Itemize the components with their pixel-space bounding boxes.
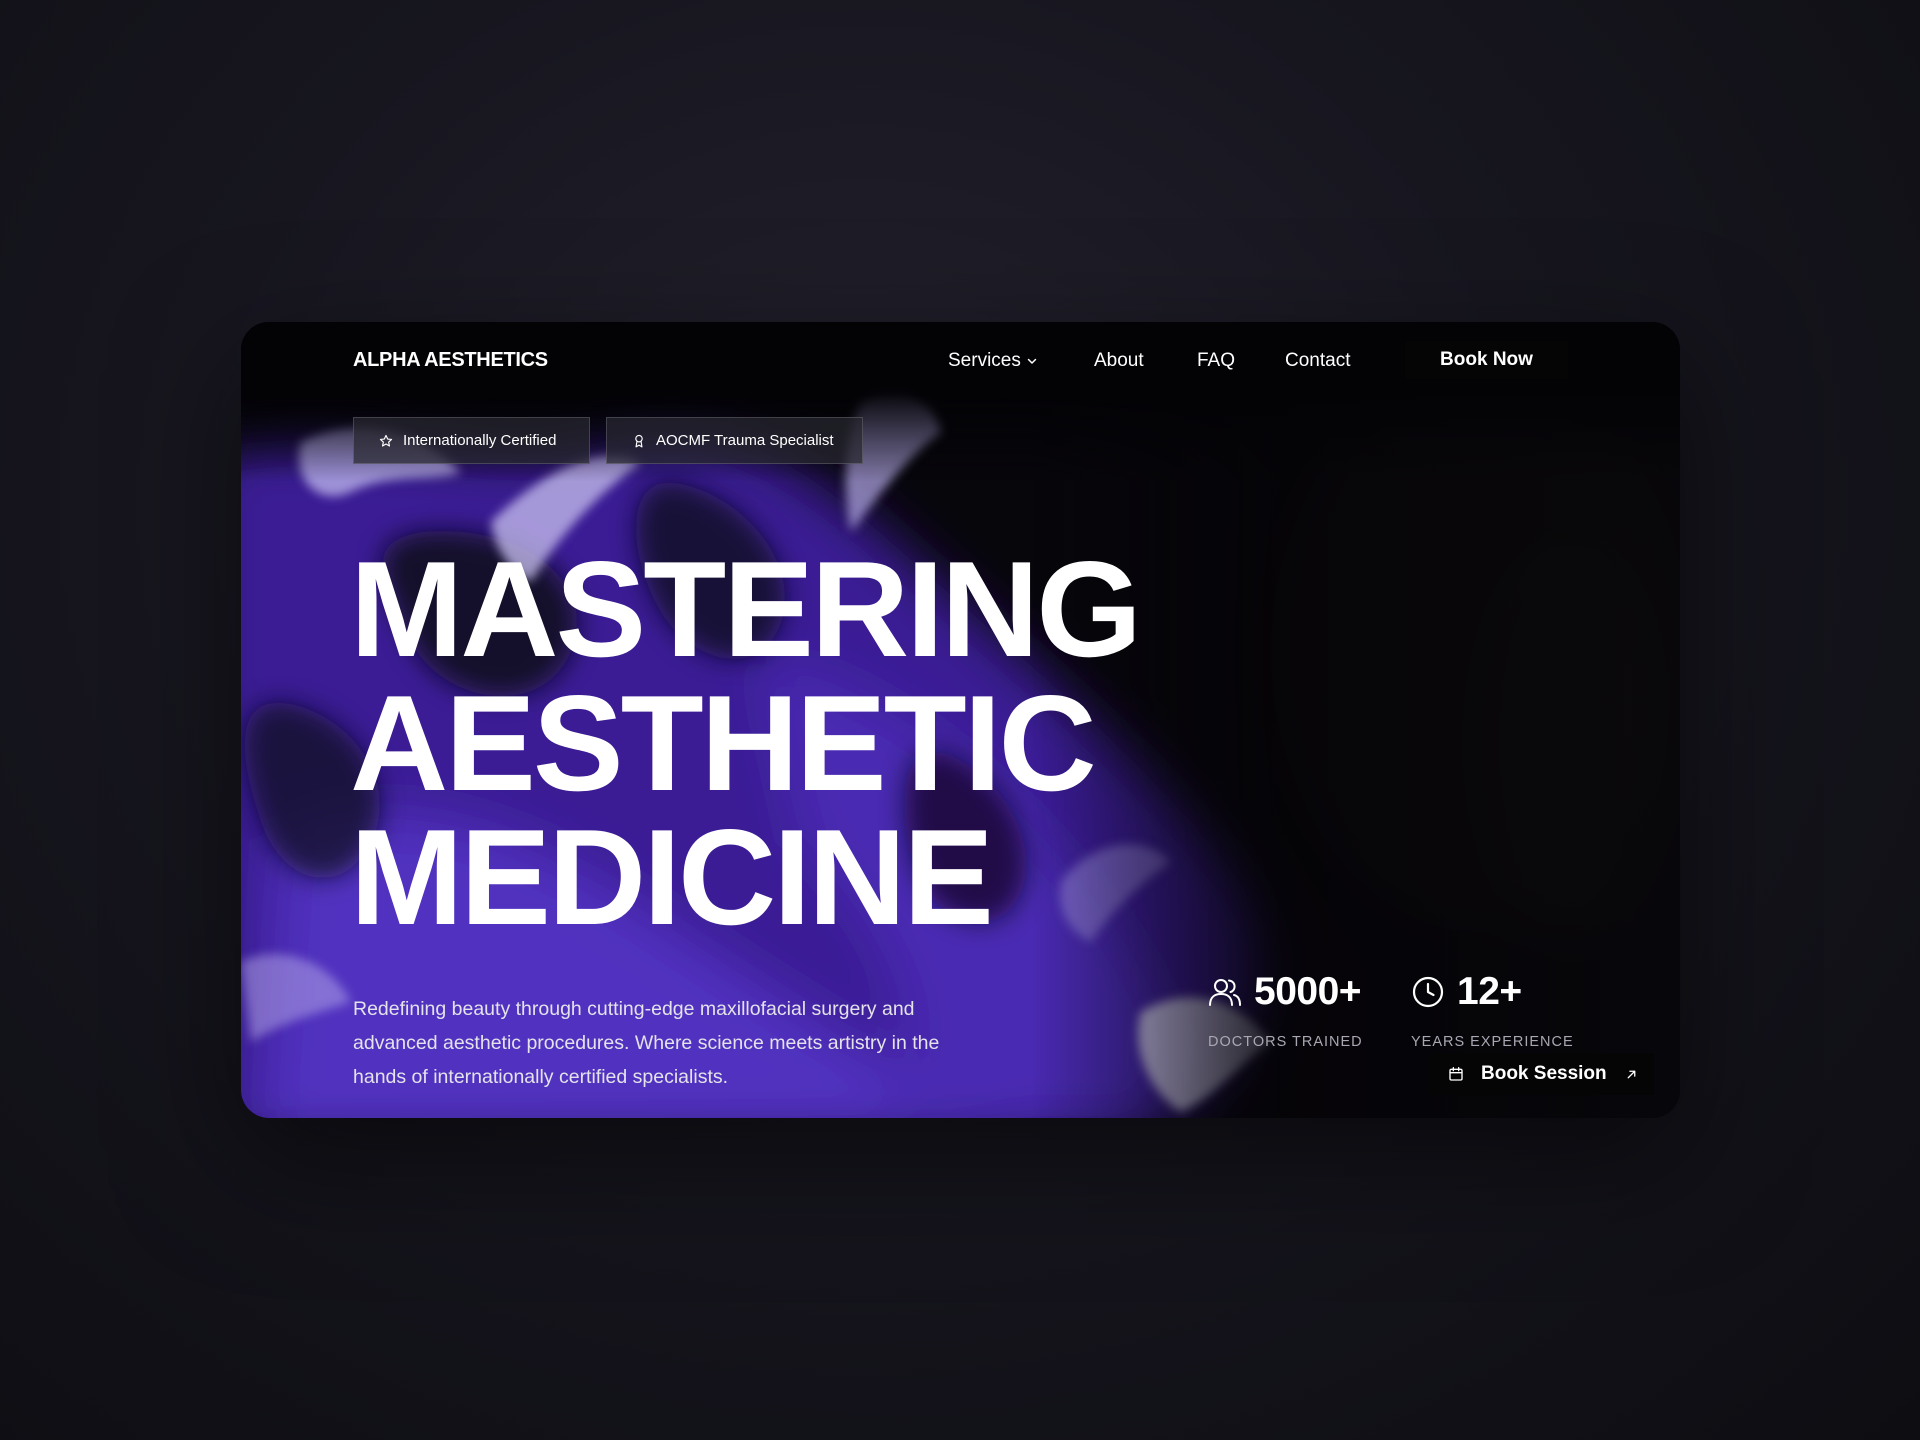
book-session-button[interactable]: Book Session xyxy=(1430,1053,1654,1095)
nav-item-faq[interactable]: FAQ xyxy=(1197,350,1235,372)
headline-line: AESTHETIC xyxy=(350,667,1097,819)
nav-item-label: Services xyxy=(948,350,1021,371)
stat-doctors-trained: 5000+ DOCTORS TRAINED xyxy=(1208,970,1363,1050)
hero-card: ALPHA AESTHETICS Services About FAQ Cont… xyxy=(241,322,1680,1118)
hero-description: Redefining beauty through cutting-edge m… xyxy=(353,997,940,1088)
headline-line: MEDICINE xyxy=(350,801,994,953)
stat-value: 12+ xyxy=(1457,970,1522,1013)
badge-internationally-certified: Internationally Certified xyxy=(353,417,590,464)
stat-label: YEARS EXPERIENCE xyxy=(1411,1034,1574,1050)
nav-item-contact[interactable]: Contact xyxy=(1285,350,1350,372)
brand-logo[interactable]: ALPHA AESTHETICS xyxy=(353,349,548,372)
top-navigation: ALPHA AESTHETICS Services About FAQ Cont… xyxy=(241,322,1680,402)
book-now-button[interactable]: Book Now xyxy=(1405,341,1568,379)
stat-years-experience: 12+ YEARS EXPERIENCE xyxy=(1411,970,1574,1050)
nav-item-services[interactable]: Services xyxy=(948,350,1038,372)
stat-value: 5000+ xyxy=(1254,970,1362,1013)
clock-icon xyxy=(1412,976,1444,1008)
users-icon xyxy=(1209,979,1241,1006)
stat-label: DOCTORS TRAINED xyxy=(1208,1034,1363,1050)
badge-label: AOCMF Trauma Specialist xyxy=(656,432,834,449)
chevron-down-icon xyxy=(1027,358,1037,364)
book-session-label: Book Session xyxy=(1481,1063,1607,1084)
headline-line: MASTERING xyxy=(350,533,1142,685)
arrow-up-right-icon xyxy=(1627,1070,1636,1078)
badge-label: Internationally Certified xyxy=(403,432,557,449)
calendar-icon xyxy=(1449,1067,1463,1081)
star-icon xyxy=(379,434,393,447)
nav-item-about[interactable]: About xyxy=(1094,350,1144,372)
award-icon xyxy=(635,434,643,447)
badge-aocmf-trauma-specialist: AOCMF Trauma Specialist xyxy=(606,417,863,464)
hero-headline: MASTERING AESTHETIC MEDICINE xyxy=(350,533,1142,953)
